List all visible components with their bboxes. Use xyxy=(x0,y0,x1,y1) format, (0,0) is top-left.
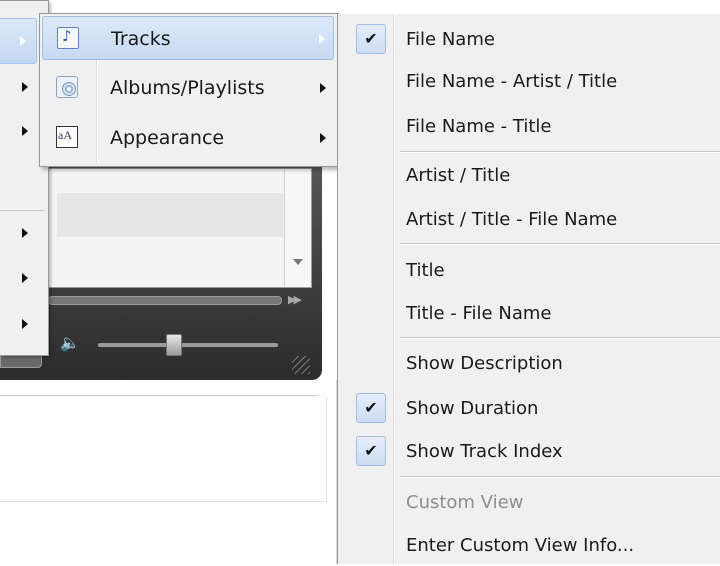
menu-item-title-file-name[interactable]: Title - File Name xyxy=(338,292,720,334)
menu-item-custom-view: Custom View xyxy=(338,481,720,523)
menu-item-show-track-index[interactable]: ✔ Show Track Index xyxy=(338,430,720,472)
tracks-display-submenu: ✔ File Name File Name - Artist / Title F… xyxy=(337,14,720,564)
menu-item-label: Show Duration xyxy=(406,398,539,419)
submenu-arrow-icon[interactable] xyxy=(22,228,28,238)
menu-separator xyxy=(0,210,44,211)
seek-bar[interactable] xyxy=(48,296,282,305)
menu-item-enter-custom-view-info[interactable]: Enter Custom View Info... xyxy=(338,524,720,566)
menu-item-tracks[interactable]: Tracks xyxy=(42,16,334,60)
menu-separator xyxy=(400,151,720,153)
menu-item-label: File Name xyxy=(406,29,495,50)
menu-item-label: Albums/Playlists xyxy=(110,77,265,99)
volume-slider-thumb[interactable] xyxy=(166,334,182,356)
view-submenu: Tracks Albums/Playlists Appearance xyxy=(39,13,339,167)
resize-grip-icon[interactable] xyxy=(292,356,310,374)
menu-item-label: Title xyxy=(406,260,445,281)
submenu-arrow-icon xyxy=(319,34,325,44)
menu-item-label: Show Description xyxy=(406,353,563,374)
submenu-arrow-icon xyxy=(320,133,326,143)
submenu-arrow-icon[interactable] xyxy=(22,319,28,329)
menu-separator xyxy=(400,337,720,339)
menu-item-appearance[interactable]: Appearance xyxy=(42,116,334,160)
menu-item-label: Artist / Title - File Name xyxy=(406,209,618,230)
music-note-icon xyxy=(57,27,79,49)
menu-separator xyxy=(400,243,720,245)
menu-item-show-duration[interactable]: ✔ Show Duration xyxy=(338,387,720,429)
submenu-arrow-icon[interactable] xyxy=(22,126,28,136)
playlist-row-selected[interactable] xyxy=(57,193,283,237)
menu-item-label: Appearance xyxy=(110,127,225,149)
playlist-pane[interactable] xyxy=(48,168,312,288)
playlist-scrollbar[interactable] xyxy=(284,169,311,287)
panel-divider xyxy=(0,395,318,396)
checkmark-icon: ✔ xyxy=(356,393,386,423)
menu-item-file-name-artist-title[interactable]: File Name - Artist / Title xyxy=(338,60,720,102)
fast-forward-icon[interactable]: ▶▶ xyxy=(288,293,302,306)
menu-item-title[interactable]: Title xyxy=(338,249,720,291)
submenu-arrow-icon xyxy=(320,83,326,93)
menu-item-file-name[interactable]: ✔ File Name xyxy=(338,18,720,60)
submenu-arrow-icon xyxy=(20,36,26,46)
menu-item-artist-title-file-name[interactable]: Artist / Title - File Name xyxy=(338,198,720,240)
menu-item-label: Artist / Title xyxy=(406,165,511,186)
menu-item-label: Title - File Name xyxy=(406,303,552,324)
menu-item-label: Custom View xyxy=(406,492,524,513)
menu-item-show-description[interactable]: Show Description xyxy=(338,342,720,384)
menu-item-label: File Name - Title xyxy=(406,116,552,137)
menu-item-artist-title[interactable]: Artist / Title xyxy=(338,154,720,196)
submenu-arrow-icon[interactable] xyxy=(22,82,28,92)
font-icon xyxy=(56,126,78,148)
volume-icon[interactable]: 🔈 xyxy=(60,333,80,352)
parent-menu-item-selected[interactable] xyxy=(0,18,37,64)
volume-slider-track[interactable] xyxy=(98,343,278,347)
checkmark-icon: ✔ xyxy=(356,24,386,54)
menu-item-albums-playlists[interactable]: Albums/Playlists xyxy=(42,66,334,110)
menu-separator xyxy=(400,476,720,478)
menu-item-label: Enter Custom View Info... xyxy=(406,535,635,556)
menu-item-label: Show Track Index xyxy=(406,441,563,462)
scroll-down-arrow-icon[interactable] xyxy=(293,259,303,265)
menu-item-label: File Name - Artist / Title xyxy=(406,71,618,92)
content-panel xyxy=(0,397,327,502)
submenu-arrow-icon[interactable] xyxy=(22,273,28,283)
checkmark-icon: ✔ xyxy=(356,436,386,466)
menu-item-label: Tracks xyxy=(111,28,171,50)
album-disc-icon xyxy=(56,76,78,98)
menu-item-file-name-title[interactable]: File Name - Title xyxy=(338,105,720,147)
